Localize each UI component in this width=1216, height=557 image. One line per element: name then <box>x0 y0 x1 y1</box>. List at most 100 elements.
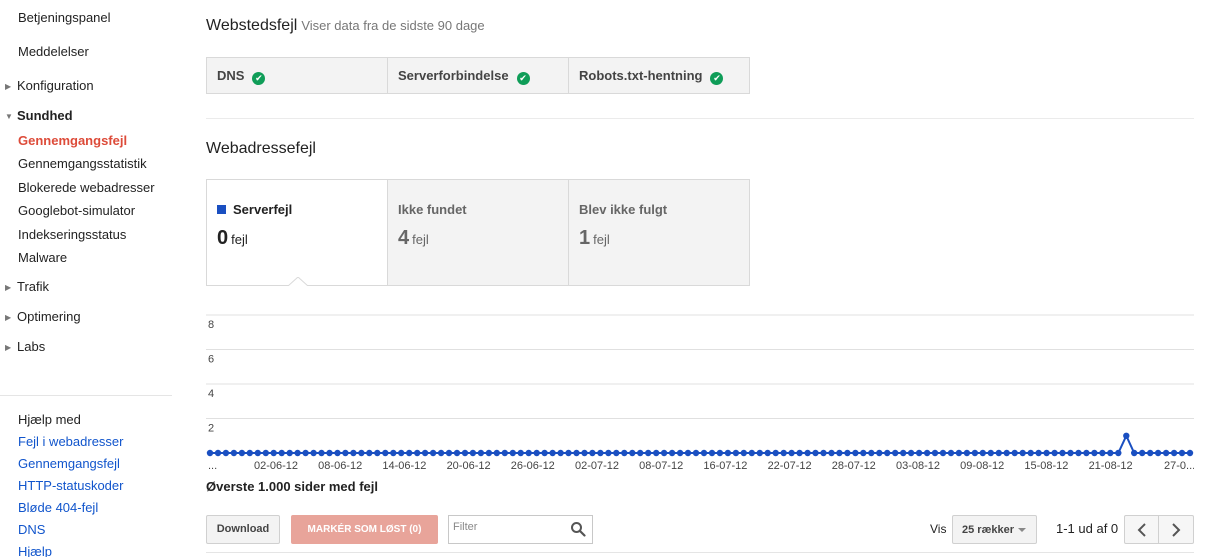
data-point[interactable] <box>915 449 923 457</box>
data-point[interactable] <box>581 449 588 457</box>
data-point[interactable] <box>406 449 413 457</box>
data-point[interactable] <box>1091 449 1098 457</box>
data-point[interactable] <box>629 449 636 457</box>
data-point[interactable] <box>1186 449 1194 457</box>
data-point[interactable] <box>820 449 827 457</box>
help-link-soft-404[interactable]: Bløde 404-fejl <box>18 500 98 515</box>
site-error-dns[interactable]: DNS ✔ <box>207 58 388 93</box>
data-point[interactable] <box>637 449 644 457</box>
data-point[interactable] <box>1123 432 1130 439</box>
site-error-server-connectivity[interactable]: Serverforbindelse ✔ <box>388 58 569 93</box>
data-point[interactable] <box>342 449 349 457</box>
data-point[interactable] <box>222 449 230 457</box>
data-point[interactable] <box>804 449 811 457</box>
data-point[interactable] <box>1075 449 1082 457</box>
data-point[interactable] <box>230 449 238 457</box>
data-point[interactable] <box>302 449 309 457</box>
data-point[interactable] <box>262 449 269 457</box>
data-point[interactable] <box>788 449 795 457</box>
data-point[interactable] <box>732 449 740 457</box>
data-point[interactable] <box>764 449 771 457</box>
nav-messages[interactable]: Meddelelser <box>18 44 89 59</box>
data-point[interactable] <box>294 449 301 457</box>
data-point[interactable] <box>700 449 708 457</box>
help-link-help[interactable]: Hjælp <box>18 544 52 557</box>
data-point[interactable] <box>613 449 620 457</box>
data-point[interactable] <box>605 449 612 457</box>
data-point[interactable] <box>923 449 931 457</box>
data-point[interactable] <box>1131 449 1138 457</box>
data-point[interactable] <box>565 449 572 457</box>
data-point[interactable] <box>892 449 899 457</box>
data-point[interactable] <box>278 449 285 457</box>
data-point[interactable] <box>525 449 532 457</box>
download-button[interactable]: Download <box>206 515 280 544</box>
nav-blocked-urls[interactable]: Blokerede webadresser <box>18 180 155 195</box>
nav-fetch-as-googlebot[interactable]: Googlebot-simulator <box>18 203 135 218</box>
data-point[interactable] <box>1003 449 1010 457</box>
data-point[interactable] <box>756 449 763 457</box>
url-error-tab-server-error[interactable]: Serverfejl 0 fejl <box>207 180 388 285</box>
data-point[interactable] <box>1067 449 1074 457</box>
data-point[interactable] <box>1027 449 1034 457</box>
url-error-tab-not-found[interactable]: Ikke fundet 4 fejl <box>388 180 569 285</box>
data-point[interactable] <box>1162 449 1170 457</box>
data-point[interactable] <box>1147 449 1154 457</box>
nav-crawl-errors[interactable]: Gennemgangsfejl <box>18 133 127 148</box>
data-point[interactable] <box>740 449 747 457</box>
data-point[interactable] <box>238 449 246 457</box>
data-point[interactable] <box>421 449 429 457</box>
nav-crawl-stats[interactable]: Gennemgangsstatistik <box>18 156 147 171</box>
nav-health[interactable]: ▼ Sundhed <box>5 108 73 123</box>
data-point[interactable] <box>1035 449 1042 457</box>
nav-index-status[interactable]: Indekseringsstatus <box>18 227 126 242</box>
data-point[interactable] <box>541 449 548 457</box>
data-point[interactable] <box>939 449 947 457</box>
data-point[interactable] <box>477 449 485 457</box>
data-point[interactable] <box>597 449 604 457</box>
data-point[interactable] <box>334 449 341 457</box>
data-point[interactable] <box>1051 449 1058 457</box>
data-point[interactable] <box>716 449 724 457</box>
data-point[interactable] <box>533 449 540 457</box>
data-point[interactable] <box>350 449 357 457</box>
data-point[interactable] <box>995 449 1002 457</box>
nav-labs[interactable]: ▶ Labs <box>5 339 45 354</box>
nav-malware[interactable]: Malware <box>18 250 67 265</box>
nav-traffic[interactable]: ▶ Trafik <box>5 279 49 294</box>
data-point[interactable] <box>445 449 453 457</box>
rows-per-page-select[interactable]: 25 rækker <box>952 515 1037 544</box>
data-point[interactable] <box>780 449 787 457</box>
data-point[interactable] <box>246 449 253 457</box>
data-point[interactable] <box>437 449 445 457</box>
data-point[interactable] <box>254 449 261 457</box>
data-point[interactable] <box>1178 449 1186 457</box>
data-point[interactable] <box>1115 449 1122 457</box>
data-point[interactable] <box>645 449 652 457</box>
data-point[interactable] <box>900 449 907 457</box>
data-point[interactable] <box>844 449 851 457</box>
data-point[interactable] <box>557 449 564 457</box>
data-point[interactable] <box>868 449 875 457</box>
data-point[interactable] <box>963 449 971 457</box>
data-point[interactable] <box>836 449 843 457</box>
nav-optimization[interactable]: ▶ Optimering <box>5 309 81 324</box>
data-point[interactable] <box>684 449 692 457</box>
data-point[interactable] <box>812 449 819 457</box>
data-point[interactable] <box>979 449 986 457</box>
data-point[interactable] <box>429 449 437 457</box>
data-point[interactable] <box>708 449 716 457</box>
mark-as-fixed-button[interactable]: MARKÉR SOM LØST (0) <box>291 515 438 544</box>
data-point[interactable] <box>660 449 668 457</box>
data-point[interactable] <box>748 449 755 457</box>
data-point[interactable] <box>469 449 477 457</box>
next-page-button[interactable] <box>1158 515 1194 544</box>
data-point[interactable] <box>390 449 397 457</box>
data-point[interactable] <box>517 449 524 457</box>
data-point[interactable] <box>206 449 214 457</box>
search-icon[interactable] <box>570 521 586 537</box>
data-point[interactable] <box>374 449 381 457</box>
data-point[interactable] <box>852 449 859 457</box>
data-point[interactable] <box>1107 449 1114 457</box>
data-point[interactable] <box>621 449 628 457</box>
